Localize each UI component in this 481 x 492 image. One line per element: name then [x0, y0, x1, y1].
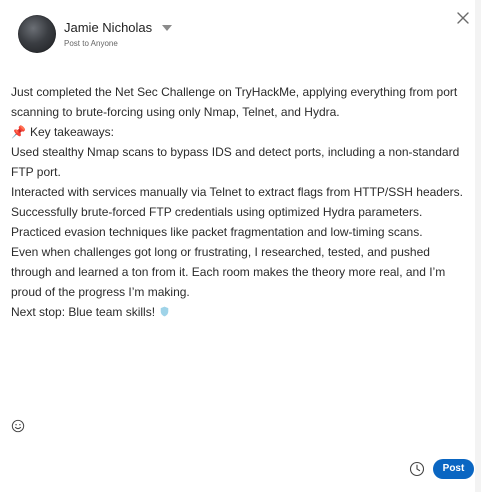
post-composer-dialog: Jamie Nicholas Post to Anyone Just compl…: [0, 0, 481, 492]
caret-down-icon[interactable]: [162, 24, 173, 31]
visibility-label: Post to Anyone: [64, 38, 118, 48]
author-header[interactable]: Jamie Nicholas Post to Anyone: [18, 14, 173, 54]
identity-block: Jamie Nicholas Post to Anyone: [64, 19, 173, 49]
pushpin-icon: 📌: [11, 125, 26, 139]
clock-icon[interactable]: [409, 461, 425, 477]
takeaways-heading: 📌 Key takeaways:: [11, 122, 466, 142]
reflection-paragraph: Even when challenges got long or frustra…: [11, 245, 446, 299]
post-button[interactable]: Post: [433, 459, 474, 479]
post-body[interactable]: Just completed the Net Sec Challenge on …: [11, 82, 466, 322]
next-step-text: Next stop: Blue team skills!: [11, 305, 156, 319]
scrollbar[interactable]: [475, 0, 481, 492]
takeaways-label: Key takeaways:: [29, 125, 114, 139]
name-row[interactable]: Jamie Nicholas: [64, 19, 173, 36]
post-intro: Just completed the Net Sec Challenge on …: [11, 85, 458, 119]
takeaway-line-1: Used stealthy Nmap scans to bypass IDS a…: [11, 145, 460, 179]
takeaway-line-2: Interacted with services manually via Te…: [11, 185, 463, 199]
takeaway-line-4: Practiced evasion techniques like packet…: [11, 225, 423, 239]
next-step-line: Next stop: Blue team skills!: [11, 302, 466, 322]
author-name: Jamie Nicholas: [64, 19, 153, 35]
takeaway-line-3: Successfully brute-forced FTP credential…: [11, 205, 423, 219]
close-icon[interactable]: [455, 10, 471, 26]
shield-icon: [160, 306, 169, 317]
smiley-icon[interactable]: [11, 419, 25, 433]
avatar: [18, 15, 56, 53]
